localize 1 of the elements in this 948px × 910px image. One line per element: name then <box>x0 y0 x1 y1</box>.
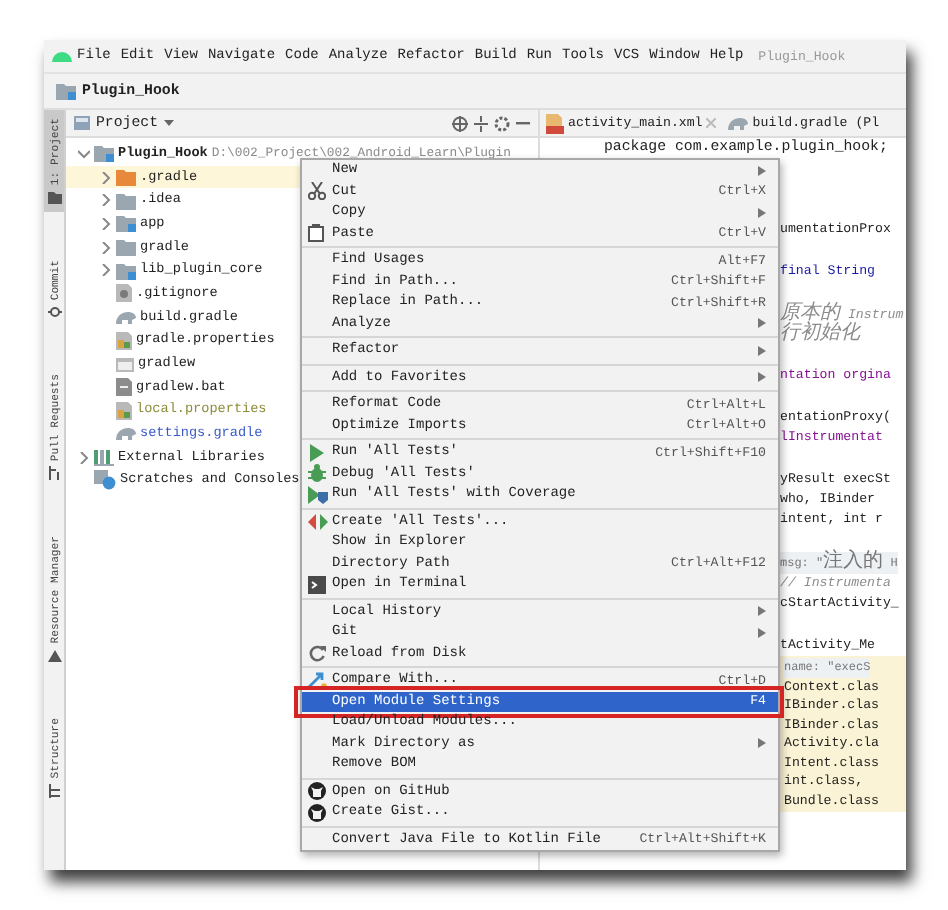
code-line: 行初始化 <box>780 323 863 345</box>
